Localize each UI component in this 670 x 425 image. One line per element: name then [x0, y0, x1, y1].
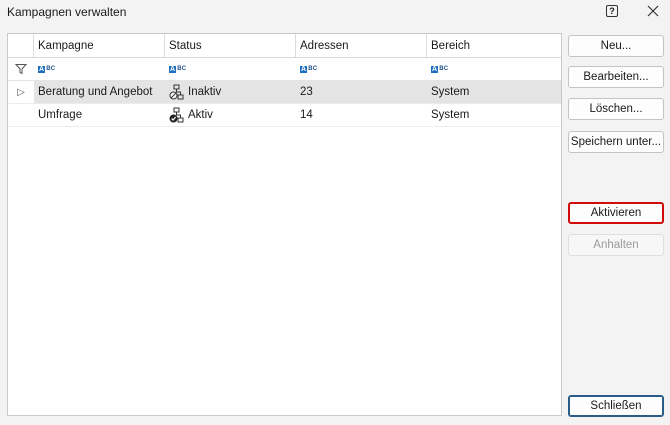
- status-text: Aktiv: [188, 109, 213, 121]
- title-bar: Kampagnen verwalten ?: [0, 0, 670, 24]
- window-title: Kampagnen verwalten: [7, 5, 127, 19]
- delete-button[interactable]: Löschen...: [568, 98, 664, 120]
- cell-kampagne[interactable]: Beratung und Angebot: [34, 81, 165, 104]
- table-row[interactable]: ▷ Beratung und Angebot Inaktiv 23 System: [8, 81, 561, 104]
- text-filter-icon: A BC: [169, 65, 187, 73]
- column-header-status[interactable]: Status: [165, 34, 296, 57]
- header-corner: [8, 34, 34, 57]
- campaign-grid[interactable]: Kampagne Status Adressen Bereich A BC A BC…: [7, 33, 562, 416]
- column-header-adressen[interactable]: Adressen: [296, 34, 427, 57]
- text-filter-icon: A BC: [300, 65, 318, 73]
- table-row[interactable]: Umfrage Aktiv 14 System: [8, 104, 561, 127]
- row-expander-cell: [8, 104, 34, 127]
- filter-cell-status[interactable]: A BC: [165, 58, 296, 80]
- filter-row-icon-cell: [8, 58, 34, 80]
- activate-button[interactable]: Aktivieren: [568, 202, 664, 224]
- cell-kampagne[interactable]: Umfrage: [34, 104, 165, 127]
- filter-row: A BC A BC A BC A BC: [8, 58, 561, 81]
- cell-status[interactable]: Aktiv: [165, 104, 296, 127]
- new-button[interactable]: Neu...: [568, 35, 664, 57]
- column-header-bereich[interactable]: Bereich: [427, 34, 561, 57]
- close-icon[interactable]: [645, 3, 661, 19]
- cell-adressen[interactable]: 14: [296, 104, 427, 127]
- cell-status[interactable]: Inaktiv: [165, 81, 296, 104]
- workflow-inactive-icon: [169, 84, 184, 100]
- row-expander-icon[interactable]: ▷: [8, 81, 34, 104]
- filter-cell-adressen[interactable]: A BC: [296, 58, 427, 80]
- cell-bereich[interactable]: System: [427, 104, 561, 127]
- workflow-active-icon: [169, 107, 184, 123]
- help-icon[interactable]: ?: [606, 5, 618, 17]
- filter-cell-bereich[interactable]: A BC: [427, 58, 561, 80]
- grid-header-row: Kampagne Status Adressen Bereich: [8, 34, 561, 58]
- text-filter-icon: A BC: [38, 65, 56, 73]
- filter-cell-kampagne[interactable]: A BC: [34, 58, 165, 80]
- cell-adressen[interactable]: 23: [296, 81, 427, 104]
- save-as-button[interactable]: Speichern unter...: [568, 131, 664, 153]
- close-button[interactable]: Schließen: [568, 395, 664, 417]
- pause-button[interactable]: Anhalten: [568, 234, 664, 256]
- edit-button[interactable]: Bearbeiten...: [568, 66, 664, 88]
- cell-bereich[interactable]: System: [427, 81, 561, 104]
- filter-icon: [15, 64, 27, 75]
- text-filter-icon: A BC: [431, 65, 449, 73]
- status-text: Inaktiv: [188, 86, 222, 98]
- column-header-kampagne[interactable]: Kampagne: [34, 34, 165, 57]
